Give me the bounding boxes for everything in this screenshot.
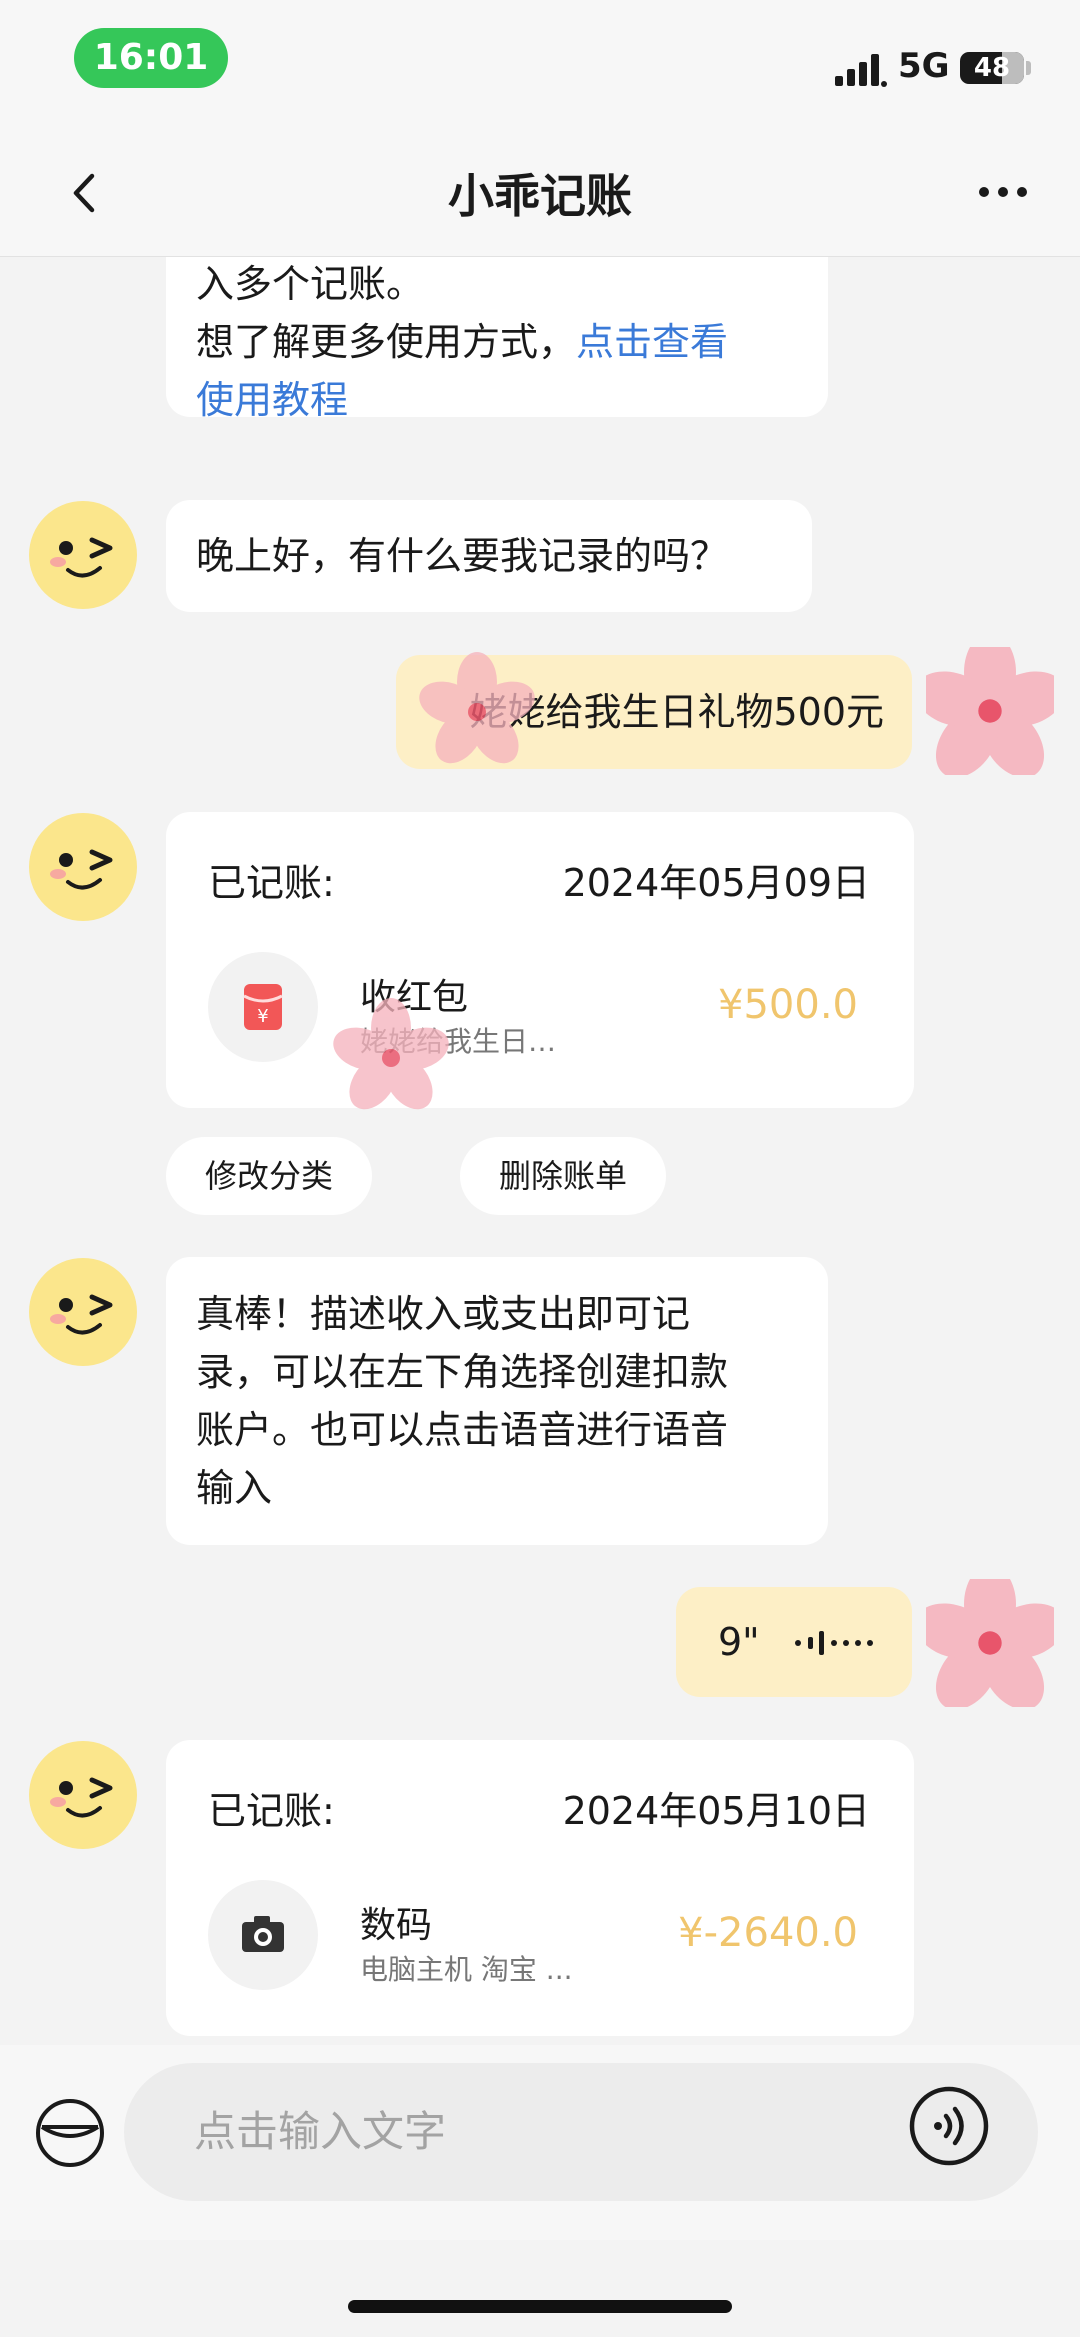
battery-icon: 48 [960, 52, 1024, 84]
home-indicator [348, 2300, 732, 2313]
more-horizontal-icon[interactable] [976, 172, 1030, 212]
battery-level: 48 [973, 53, 1011, 83]
record-note: 电脑主机 淘宝 ... [360, 1953, 573, 1986]
tip-line2: 录，可以在左下角选择创建扣款 [196, 1350, 729, 1394]
category-icon-wrap: ¥ [208, 952, 318, 1062]
record-note: 姥姥给我生日… [360, 1025, 557, 1058]
battery-tip [1026, 61, 1031, 75]
intro-line2: 想了解更多使用方式， [196, 320, 577, 364]
tip-line3: 账户。也可以点击语音进行语音 [196, 1408, 729, 1452]
page-title: 小乖记账 [448, 169, 632, 223]
signal-icon [835, 54, 887, 87]
delete-record-button[interactable]: 删除账单 [460, 1137, 666, 1215]
nav-bar: 小乖记账 [0, 130, 1080, 257]
record-amount: ¥-2640.0 [678, 1910, 858, 1956]
category-icon-wrap [208, 1880, 318, 1990]
voice-icon[interactable] [908, 2085, 990, 2167]
record-card[interactable]: 已记账: 2024年05月10日 数码 电脑主机 淘宝 ... ¥-2640.0 [166, 1740, 914, 2036]
edit-category-button[interactable]: 修改分类 [166, 1137, 372, 1215]
tip-bubble: 真棒！描述收入或支出即可记 录，可以在左下角选择创建扣款 账户。也可以点击语音进… [166, 1257, 828, 1545]
record-date: 2024年05月10日 [562, 1789, 870, 1833]
bot-avatar[interactable] [28, 1257, 138, 1367]
intro-bubble: 入多个记账。 想了解更多使用方式，点击查看 使用教程 [166, 257, 828, 422]
voice-wave-icon [795, 1631, 873, 1655]
record-category: 数码 [360, 1905, 433, 1946]
user-text-bubble: 姥姥给我生日礼物500元 [396, 655, 912, 769]
wallet-icon[interactable] [34, 2097, 106, 2169]
bot-avatar[interactable] [28, 812, 138, 922]
tutorial-link-cont[interactable]: 使用教程 [196, 371, 798, 429]
bot-avatar[interactable] [28, 500, 138, 610]
message-input[interactable]: 点击输入文字 [124, 2063, 1038, 2201]
svg-text:¥: ¥ [257, 1006, 268, 1027]
voice-duration: 9" [718, 1620, 760, 1664]
user-text: 姥姥给我生日礼物500元 [469, 690, 884, 734]
record-date: 2024年05月09日 [562, 861, 870, 905]
voice-message[interactable]: 9" [676, 1587, 912, 1697]
user-avatar[interactable] [926, 647, 1054, 775]
user-avatar[interactable] [926, 1579, 1054, 1707]
network-type: 5G [898, 46, 950, 86]
record-label: 已记账: [208, 1789, 335, 1833]
status-bar: 16:01 5G 48 [0, 0, 1080, 130]
greeting-text: 晚上好，有什么要我记录的吗？ [196, 534, 729, 578]
input-bar: 点击输入文字 [0, 2045, 1080, 2240]
tutorial-link[interactable]: 点击查看 [576, 320, 728, 364]
record-label: 已记账: [208, 861, 335, 905]
status-time: 16:01 [74, 28, 228, 88]
intro-line1: 入多个记账。 [196, 262, 425, 306]
red-packet-icon: ¥ [243, 984, 283, 1030]
camera-icon [242, 1916, 284, 1952]
tip-line1: 真棒！描述收入或支出即可记 [196, 1292, 691, 1336]
bot-avatar[interactable] [28, 1740, 138, 1850]
record-amount: ¥500.0 [718, 982, 858, 1028]
record-category: 收红包 [360, 977, 469, 1018]
tip-line4: 输入 [196, 1466, 273, 1510]
record-card[interactable]: 已记账: 2024年05月09日 ¥ 收红包 姥姥给我生日… ¥500.0 [166, 812, 914, 1108]
chat-list[interactable]: 入多个记账。 想了解更多使用方式，点击查看 使用教程 晚上好，有什么要我记录的吗… [0, 257, 1080, 2045]
greeting-bubble: 晚上好，有什么要我记录的吗？ [166, 500, 812, 612]
